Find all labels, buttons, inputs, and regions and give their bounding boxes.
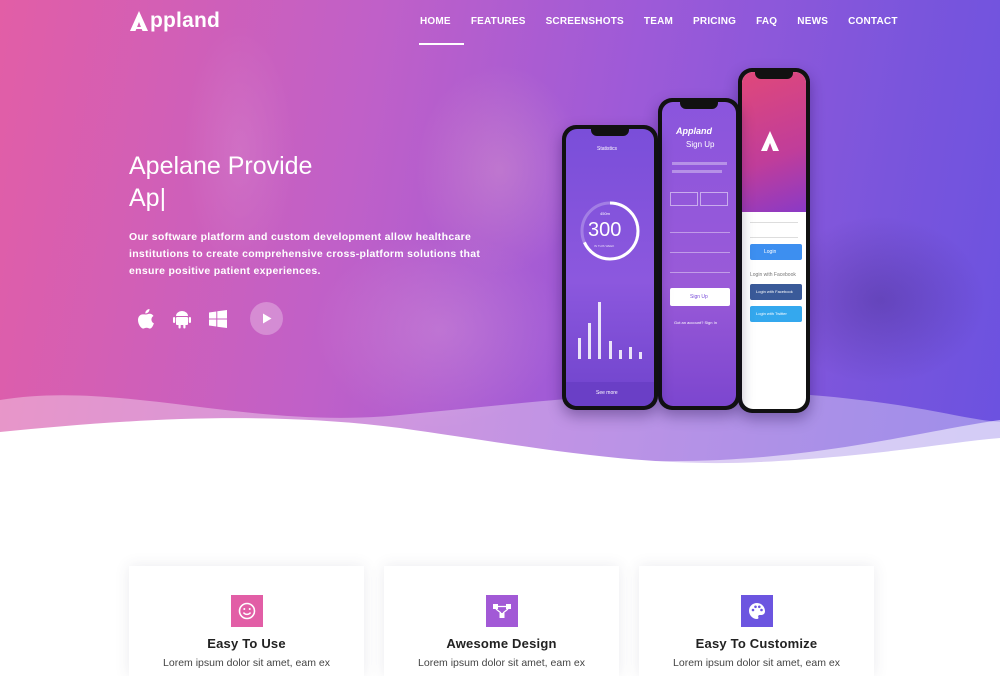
login-button: Login [750, 244, 802, 260]
weekly-bar [639, 351, 643, 359]
windows-icon[interactable] [206, 307, 230, 331]
feature-card-awesome-design: Awesome Design Lorem ipsum dolor sit ame… [384, 566, 619, 676]
nav-features[interactable]: FEATURES [471, 16, 526, 46]
brand-logo[interactable]: ppland [129, 9, 220, 33]
weekly-bar [598, 302, 602, 359]
weekly-bar [577, 338, 581, 359]
nav-team[interactable]: TEAM [644, 16, 673, 46]
feature-text: Lorem ipsum dolor sit amet, eam ex [418, 657, 585, 669]
main-nav: HOME FEATURES SCREENSHOTS TEAM PRICING F… [419, 16, 918, 46]
hero-description: Our software platform and custom develop… [129, 231, 481, 277]
signup-button: Sign Up [670, 288, 730, 306]
hero-section: Login Login with Facebook Login with Fac… [0, 0, 1000, 470]
nav-news[interactable]: NEWS [797, 16, 828, 46]
nav-screenshots[interactable]: SCREENSHOTS [546, 16, 624, 46]
appland-logo-icon [130, 11, 148, 31]
weekly-bar [587, 323, 591, 359]
nav-contact[interactable]: CONTACT [848, 16, 898, 46]
feature-card-easy-to-customize: Easy To Customize Lorem ipsum dolor sit … [639, 566, 874, 676]
feature-title: Easy To Customize [695, 636, 818, 651]
android-icon[interactable] [170, 307, 194, 331]
feature-text: Lorem ipsum dolor sit amet, eam ex [673, 657, 840, 669]
store-links [134, 302, 283, 335]
apple-icon[interactable] [134, 307, 158, 331]
feature-card-easy-to-use: Easy To Use Lorem ipsum dolor sit amet, … [129, 566, 364, 676]
app-logo-icon [761, 131, 779, 151]
facebook-login-button: Login with Facebook [750, 284, 802, 300]
phone-statistics: Statistics 450m 300 IN THIS WEEK See mor… [562, 125, 658, 410]
feature-text: Lorem ipsum dolor sit amet, eam ex [163, 657, 330, 669]
weekly-bar [629, 347, 633, 359]
design-nodes-icon [485, 595, 518, 627]
weekly-bars [574, 299, 646, 359]
feature-title: Awesome Design [446, 636, 557, 651]
features-section: Easy To Use Lorem ipsum dolor sit amet, … [129, 566, 874, 676]
weekly-bar [608, 341, 612, 359]
brand-name: ppland [150, 9, 221, 32]
play-icon [262, 313, 271, 324]
top-navigation-bar: ppland HOME FEATURES SCREENSHOTS TEAM PR… [0, 0, 1000, 46]
phone-login: Login Login with Facebook Login with Fac… [738, 68, 810, 413]
phone-signup: Appland Sign Up Sign Up Got an account? … [658, 98, 740, 410]
feature-title: Easy To Use [207, 636, 286, 651]
phone-mockups: Login Login with Facebook Login with Fac… [550, 60, 820, 420]
nav-pricing[interactable]: PRICING [693, 16, 736, 46]
nav-faq[interactable]: FAQ [756, 16, 777, 46]
weekly-bar [618, 350, 622, 359]
play-video-button[interactable] [250, 302, 283, 335]
hero-title: Apelane Provide Ap| [129, 150, 429, 214]
nav-home[interactable]: HOME [419, 16, 464, 46]
twitter-login-button: Login with Twitter [750, 306, 802, 322]
smile-icon [230, 595, 263, 627]
hero-title-line1: Apelane Provide [129, 152, 313, 180]
hero-wave [0, 391, 1000, 470]
palette-icon [740, 595, 773, 627]
hero-title-line2: Ap| [129, 184, 167, 212]
